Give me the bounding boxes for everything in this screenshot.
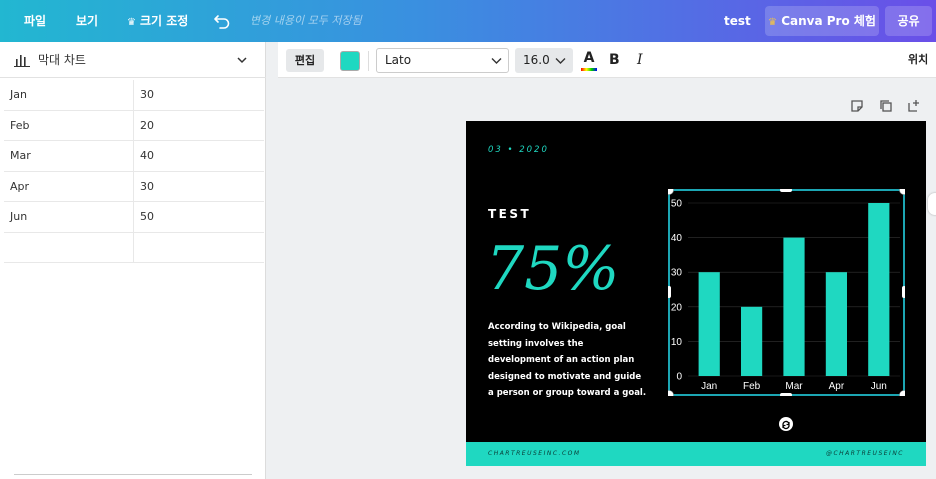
resize-handle-left[interactable] bbox=[668, 286, 671, 298]
duplicate-page-icon[interactable] bbox=[879, 99, 893, 113]
x-tick-label: Feb bbox=[743, 381, 761, 392]
x-tick-label: Apr bbox=[829, 381, 845, 392]
grid-cell-value[interactable] bbox=[134, 233, 264, 263]
add-page-icon[interactable] bbox=[907, 99, 921, 113]
y-tick-label: 10 bbox=[671, 337, 683, 348]
font-size-value: 16.0 bbox=[523, 53, 550, 67]
save-status: 변경 내용이 모두 저장됨 bbox=[250, 14, 362, 27]
card-percent[interactable]: 75% bbox=[486, 229, 619, 309]
file-menu[interactable]: 파일 bbox=[24, 0, 46, 42]
resize-handle-corner[interactable] bbox=[668, 189, 674, 195]
footer-website[interactable]: CHARTREUSEINC.COM bbox=[488, 442, 581, 466]
chevron-down-icon bbox=[237, 57, 247, 64]
view-menu[interactable]: 보기 bbox=[76, 0, 98, 42]
bold-button[interactable]: B bbox=[609, 50, 623, 70]
resize-label: 크기 조정 bbox=[139, 14, 189, 28]
grid-cell-label[interactable]: Jun bbox=[4, 202, 134, 232]
table-row: Jan 30 bbox=[4, 80, 264, 111]
toolbar-divider bbox=[368, 51, 369, 71]
chevron-down-icon bbox=[491, 58, 502, 64]
font-size-dropdown[interactable]: 16.0 bbox=[515, 48, 573, 73]
rotate-handle[interactable] bbox=[779, 417, 793, 431]
canva-pro-trial-button[interactable]: ♛ Canva Pro 체험 bbox=[765, 6, 879, 36]
font-family-dropdown[interactable]: Lato bbox=[376, 48, 509, 73]
font-family-value: Lato bbox=[385, 53, 412, 67]
grid-cell-value[interactable]: 30 bbox=[134, 172, 264, 202]
resize-menu[interactable]: ♛ 크기 조정 bbox=[127, 0, 188, 42]
text-color-button[interactable]: A bbox=[580, 50, 598, 72]
top-bar: 파일 보기 ♛ 크기 조정 변경 내용이 모두 저장됨 test ♛ Canva … bbox=[0, 0, 936, 42]
y-tick-label: 20 bbox=[671, 302, 683, 313]
bar-feb[interactable] bbox=[741, 306, 763, 376]
resize-handle-corner[interactable] bbox=[668, 390, 674, 397]
chevron-down-icon bbox=[555, 58, 566, 64]
table-row: Mar 40 bbox=[4, 141, 264, 172]
resize-handle-right[interactable] bbox=[902, 286, 905, 298]
card-description[interactable]: According to Wikipedia, goal setting inv… bbox=[488, 319, 648, 402]
bar-chart-icon bbox=[14, 55, 30, 67]
footer-handle[interactable]: @CHARTREUSEINC bbox=[826, 442, 904, 466]
y-tick-label: 30 bbox=[671, 268, 683, 279]
card-title[interactable]: TEST bbox=[488, 207, 531, 221]
pro-label: Canva Pro 체험 bbox=[781, 14, 876, 28]
grid-cell-label[interactable] bbox=[4, 232, 134, 262]
editor-toolbar: 편집 Lato 16.0 A B I 위치 bbox=[278, 42, 936, 78]
grid-cell-label[interactable]: Jan bbox=[4, 80, 134, 110]
grid-cell-value[interactable]: 50 bbox=[134, 202, 264, 232]
text-color-bar bbox=[581, 68, 597, 71]
design-page[interactable]: 03 • 2020 TEST 75% According to Wikipedi… bbox=[466, 121, 926, 466]
share-button[interactable]: 공유 bbox=[885, 6, 932, 36]
chart-data-panel: 막대 차트 Jan 30 Feb 20 Mar 40 Apr 30 Jun 50 bbox=[0, 42, 266, 479]
rotate-icon bbox=[782, 420, 790, 430]
bar-chart[interactable]: 0 10 20 30 40 50 Jan Feb Mar Apr Jun bbox=[668, 189, 905, 396]
position-button[interactable]: 위치 bbox=[908, 42, 928, 78]
bar-mar[interactable] bbox=[783, 237, 805, 376]
bar-jan[interactable] bbox=[698, 272, 720, 376]
document-title[interactable]: test bbox=[724, 0, 751, 42]
chart-type-dropdown[interactable]: 막대 차트 bbox=[0, 42, 266, 78]
side-scroll-handle[interactable] bbox=[928, 193, 936, 215]
data-grid: Jan 30 Feb 20 Mar 40 Apr 30 Jun 50 bbox=[4, 80, 264, 263]
grid-cell-value[interactable]: 40 bbox=[134, 141, 264, 171]
color-swatch-button[interactable] bbox=[340, 51, 360, 71]
panel-scrollbar[interactable] bbox=[14, 474, 252, 475]
card-footer: CHARTREUSEINC.COM @CHARTREUSEINC bbox=[466, 442, 926, 466]
card-date[interactable]: 03 • 2020 bbox=[488, 145, 549, 155]
resize-handle-top[interactable] bbox=[780, 189, 792, 192]
page-actions bbox=[850, 99, 922, 115]
table-row: Feb 20 bbox=[4, 110, 264, 141]
grid-cell-label[interactable]: Feb bbox=[4, 110, 134, 140]
bar-jun[interactable] bbox=[868, 203, 890, 376]
undo-icon[interactable] bbox=[212, 10, 232, 30]
table-row: Jun 50 bbox=[4, 202, 264, 233]
resize-handle-corner[interactable] bbox=[899, 390, 906, 397]
crown-icon: ♛ bbox=[127, 17, 136, 28]
y-tick-label: 0 bbox=[676, 372, 682, 383]
x-tick-label: Jan bbox=[701, 381, 717, 392]
note-icon[interactable] bbox=[850, 99, 864, 113]
y-tick-label: 40 bbox=[671, 233, 683, 244]
x-tick-label: Jun bbox=[871, 381, 887, 392]
grid-cell-value[interactable]: 20 bbox=[134, 111, 264, 141]
grid-cell-label[interactable]: Mar bbox=[4, 141, 134, 171]
x-tick-label: Mar bbox=[785, 381, 803, 392]
crown-icon: ♛ bbox=[768, 17, 777, 28]
chart-type-label: 막대 차트 bbox=[38, 53, 86, 67]
text-color-letter: A bbox=[583, 50, 595, 66]
resize-handle-corner[interactable] bbox=[899, 189, 906, 195]
edit-button[interactable]: 편집 bbox=[286, 49, 324, 72]
grid-cell-value[interactable]: 30 bbox=[134, 80, 264, 110]
table-row: Apr 30 bbox=[4, 171, 264, 202]
grid-cell-label[interactable]: Apr bbox=[4, 171, 134, 201]
italic-button[interactable]: I bbox=[637, 50, 651, 70]
table-row bbox=[4, 232, 264, 263]
bar-apr[interactable] bbox=[825, 272, 847, 376]
y-tick-label: 50 bbox=[671, 199, 683, 210]
resize-handle-bottom[interactable] bbox=[780, 393, 792, 396]
